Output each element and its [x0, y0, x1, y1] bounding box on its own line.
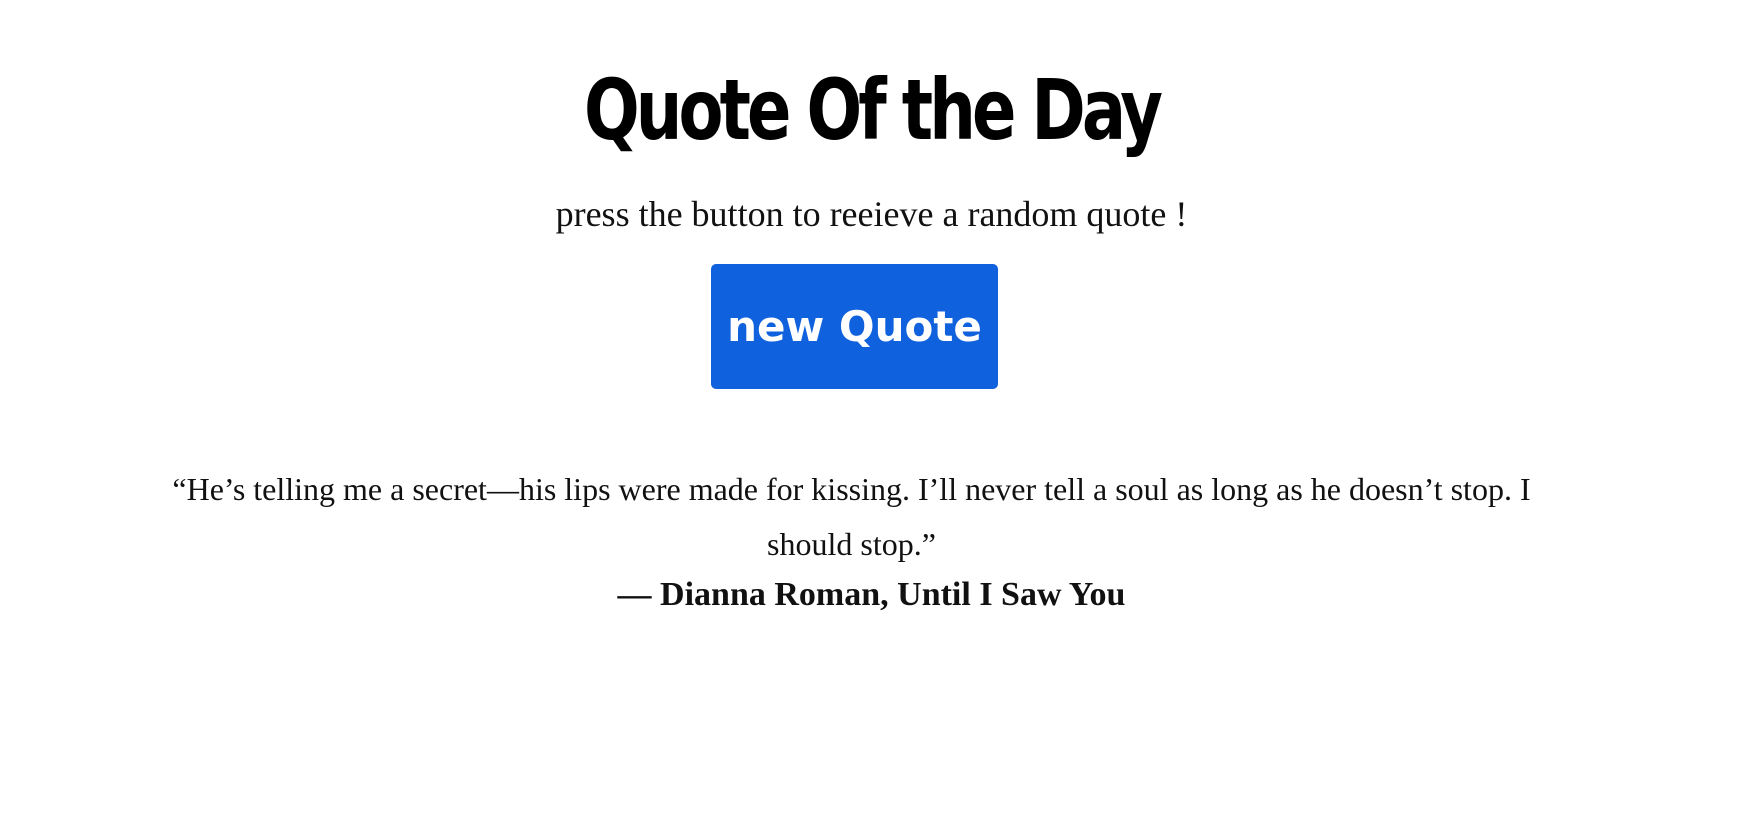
quote-page: Quote Of the Day press the button to ree… [0, 0, 1743, 813]
quote-text: “He’s telling me a secret—his lips were … [172, 471, 1531, 562]
quote-author: — Dianna Roman, Until I Saw You [617, 576, 1126, 613]
page-subtitle: press the button to reeieve a random quo… [555, 194, 1188, 234]
page-title: Quote Of the Day [583, 61, 1163, 159]
new-quote-button[interactable]: new Quote [711, 264, 998, 389]
